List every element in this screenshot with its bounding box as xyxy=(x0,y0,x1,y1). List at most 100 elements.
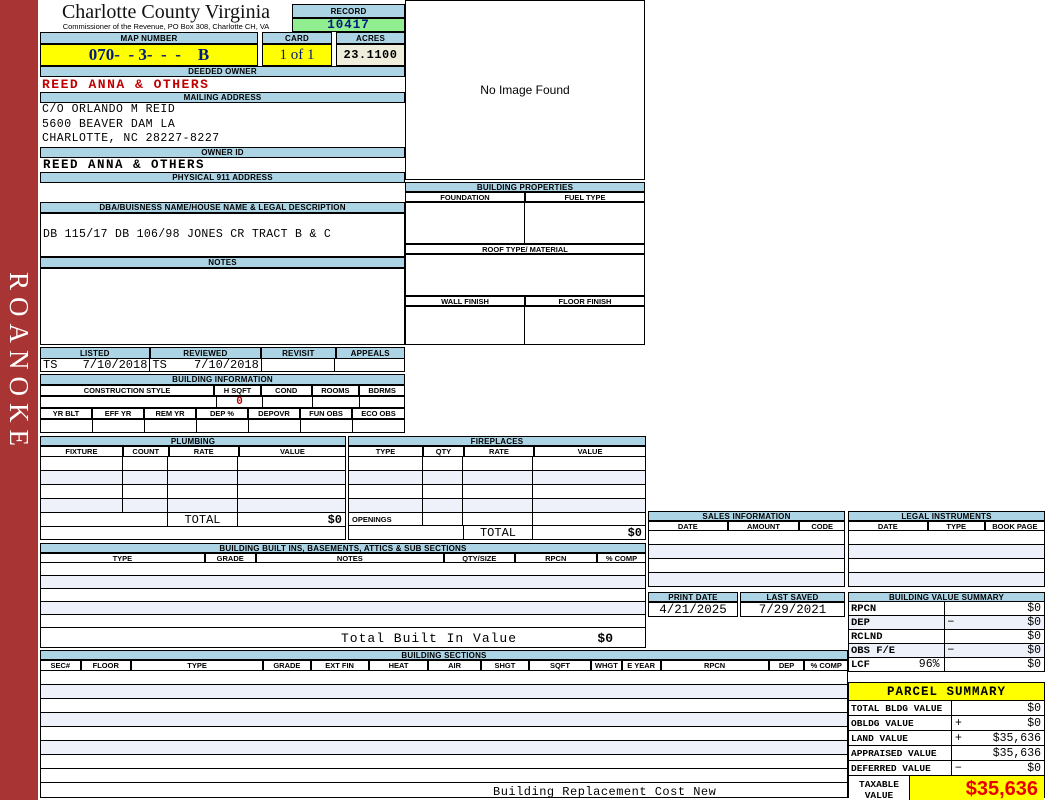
bvs-label-cell: LCF 96% xyxy=(849,658,945,671)
dba-value: DB 115/17 DB 106/98 JONES CR TRACT B & C xyxy=(40,213,405,257)
building-sections-footer-row: Building Replacement Cost New xyxy=(40,783,848,799)
legal-instruments-title: LEGAL INSTRUMENTS xyxy=(848,511,1045,521)
col-hsqft: H SQFT xyxy=(214,385,261,396)
col-bs-pcomp: % COMP xyxy=(804,660,848,671)
parcel-summary: PARCEL SUMMARY TOTAL BLDG VALUE $0 OBLDG… xyxy=(848,682,1045,800)
plumbing-total-label: TOTAL xyxy=(168,513,238,527)
card-label: CARD xyxy=(262,32,332,44)
col-air: AIR xyxy=(428,660,481,671)
col-value: VALUE xyxy=(238,446,346,457)
sales-info-title: SALES INFORMATION xyxy=(648,511,845,521)
map-number-label: MAP NUMBER xyxy=(40,32,258,44)
building-value-summary-title: BUILDING VALUE SUMMARY xyxy=(848,592,1045,602)
col-sale-amount: AMOUNT xyxy=(727,521,800,531)
col-ecoobs: ECO OBS xyxy=(352,408,405,419)
print-date-label: PRINT DATE xyxy=(648,592,738,602)
ps-op: + xyxy=(955,731,962,745)
ps-label: DEFERRED VALUE xyxy=(849,761,952,775)
listed-date: 7/10/2018 xyxy=(82,358,148,372)
col-bs-type: TYPE xyxy=(130,660,264,671)
col-li-type: TYPE xyxy=(927,521,985,531)
col-bdrms: BDRMS xyxy=(359,385,405,396)
bvs-value: $0 xyxy=(1027,630,1041,643)
col-sale-code: CODE xyxy=(799,521,845,531)
bvs-value-cell: $0 xyxy=(945,658,1044,671)
hsqft-value: 0 xyxy=(217,396,263,408)
owner-id-value: REED ANNA & OTHERS xyxy=(43,158,206,172)
bvs-value-cell: − $0 xyxy=(945,616,1045,629)
fireplaces-headers: TYPE QTY RATE VALUE xyxy=(348,446,646,457)
col-fp-type: TYPE xyxy=(348,446,423,457)
notes-label: NOTES xyxy=(40,257,405,268)
col-whgt: WHGT xyxy=(590,660,622,671)
bvs-op: − xyxy=(947,616,955,629)
fireplaces-title: FIREPLACES xyxy=(348,436,646,446)
sales-info-table xyxy=(648,531,845,587)
physical-address-label: PHYSICAL 911 ADDRESS xyxy=(40,172,405,183)
dba-label: DBA/BUISNESS NAME/HOUSE NAME & LEGAL DES… xyxy=(40,202,405,213)
col-fp-qty: QTY xyxy=(422,446,464,457)
col-sqft: SQFT xyxy=(529,660,591,671)
ps-value: $35,636 xyxy=(992,731,1041,745)
deeded-owner-label: DEEDED OWNER xyxy=(40,66,405,77)
acres-value: 23.1100 xyxy=(336,44,405,66)
building-sections-title: BUILDING SECTIONS xyxy=(40,650,848,660)
bvs-value: $0 xyxy=(1027,644,1041,657)
bvs-row-rclnd: RCLND $0 xyxy=(848,630,1045,644)
col-bs-rpcn: RPCN xyxy=(660,660,769,671)
fuel-type-label: FUEL TYPE xyxy=(525,192,645,202)
ps-label: APPRAISED VALUE xyxy=(849,746,952,760)
fireplaces-total-row: TOTAL $0 xyxy=(348,526,646,540)
bvs-op: − xyxy=(947,644,955,657)
ps-value-cell: − $0 xyxy=(952,761,1044,775)
fireplaces-total-label: TOTAL xyxy=(463,526,533,540)
revisit-cell xyxy=(262,359,336,371)
parcel-summary-title: PARCEL SUMMARY xyxy=(849,683,1044,701)
ps-value-cell: $35,636 xyxy=(952,746,1044,760)
ps-row-deferred: DEFERRED VALUE − $0 xyxy=(849,761,1044,776)
bvs-value: $0 xyxy=(1027,658,1041,671)
building-info-header1: CONSTRUCTION STYLE H SQFT COND ROOMS BDR… xyxy=(40,385,405,396)
col-bi-pcomp: % COMP xyxy=(596,553,646,563)
foundation-label: FOUNDATION xyxy=(405,192,525,202)
sales-info-headers: DATE AMOUNT CODE xyxy=(648,521,845,531)
listed-by: TS xyxy=(43,358,58,372)
col-count: COUNT xyxy=(122,446,169,457)
legal-instruments-table xyxy=(848,531,1045,587)
building-info-title: BUILDING INFORMATION xyxy=(40,374,405,385)
fireplaces-openings-row: OPENINGS xyxy=(348,513,646,526)
col-dep: DEP % xyxy=(196,408,248,419)
col-depovr: DEPOVR xyxy=(248,408,300,419)
listed-cell: TS 7/10/2018 xyxy=(41,358,151,372)
ps-label: OBLDG VALUE xyxy=(849,716,952,730)
map-number-value: 070- - 3- - - B xyxy=(40,44,258,66)
wall-finish-label: WALL FINISH xyxy=(405,296,525,306)
ps-op: − xyxy=(955,761,962,775)
wall-floor-header: WALL FINISH FLOOR FINISH xyxy=(405,296,645,306)
taxable-label-line2: VALUE xyxy=(864,789,894,800)
bvs-row-obsfe: OBS F/E − $0 xyxy=(848,644,1045,658)
bvs-label: DEP xyxy=(849,616,945,629)
bvs-label: LCF xyxy=(851,658,870,671)
built-ins-total-row: Total Built In Value $0 xyxy=(40,628,646,648)
sidebar-banner: ROANOKE xyxy=(0,0,38,800)
ps-value-cell: + $0 xyxy=(952,716,1044,730)
physical-address-value xyxy=(40,183,405,197)
ps-label: TOTAL BLDG VALUE xyxy=(849,701,952,715)
mailing-line-2: 5600 BEAVER DAM LA xyxy=(42,117,176,131)
col-bi-grade: GRADE xyxy=(204,553,256,563)
plumbing-total-row: TOTAL $0 xyxy=(40,513,346,527)
ps-row-appraised: APPRAISED VALUE $35,636 xyxy=(849,746,1044,761)
ps-value: $0 xyxy=(1027,701,1041,715)
fireplaces-table: OPENINGS TOTAL $0 xyxy=(348,457,646,540)
floor-finish-label: FLOOR FINISH xyxy=(525,296,645,306)
col-floor: FLOOR xyxy=(80,660,131,671)
print-date-value: 4/21/2025 xyxy=(648,602,738,617)
bvs-value-cell: − $0 xyxy=(945,644,1045,657)
wall-floor-values xyxy=(405,306,645,345)
building-info-header2: YR BLT EFF YR REM YR DEP % DEPOVR FUN OB… xyxy=(40,408,405,419)
col-funobs: FUN OBS xyxy=(300,408,352,419)
last-saved-value: 7/29/2021 xyxy=(740,602,845,617)
col-effyr: EFF YR xyxy=(92,408,144,419)
ps-op: + xyxy=(955,716,962,730)
